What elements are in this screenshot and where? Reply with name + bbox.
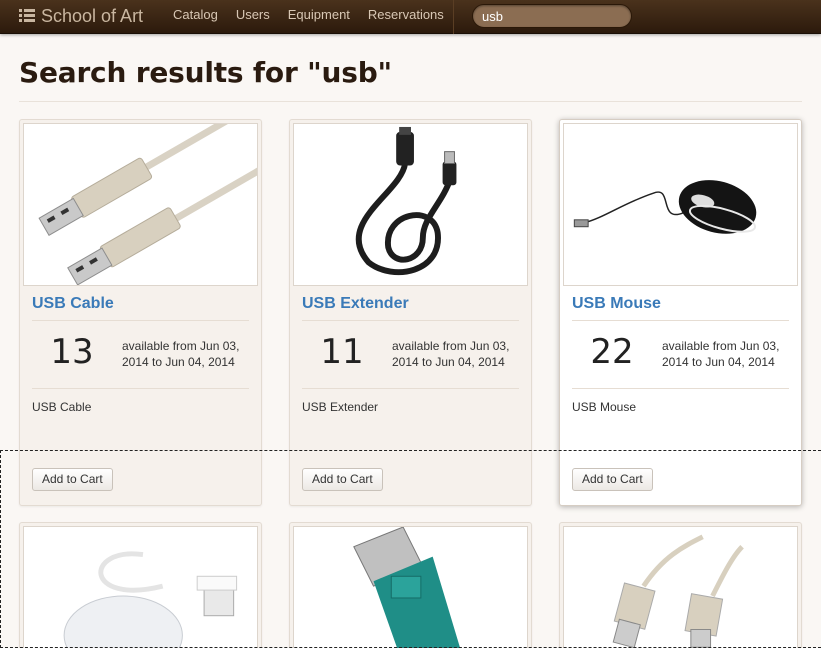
available-count: 13 (50, 332, 94, 372)
result-card-4 (19, 522, 262, 648)
result-title[interactable]: USB Cable (32, 295, 114, 313)
title-divider (19, 101, 802, 102)
result-title[interactable]: USB Extender (302, 295, 409, 313)
result-card-usb-mouse: USB Mouse 22 available from Jun 03, 2014… (559, 119, 802, 506)
top-navbar: School of Art Catalog Users Equipment Re… (0, 0, 821, 34)
result-title[interactable]: USB Mouse (572, 295, 661, 313)
page-title: Search results for "usb" (19, 56, 392, 89)
result-description: USB Mouse (572, 400, 637, 414)
usb-cable-image[interactable] (23, 123, 258, 286)
nav-reservations[interactable]: Reservations (359, 0, 453, 34)
nav-links: Catalog Users Equipment Reservations (164, 0, 453, 34)
availability-text: available from Jun 03, 2014 to Jun 04, 2… (392, 339, 510, 369)
usb-mouse-image[interactable] (563, 123, 798, 286)
imic-usb-adapter-image[interactable] (23, 526, 258, 648)
usb-a-to-b-cable-image[interactable] (563, 526, 798, 648)
add-to-cart-button[interactable]: Add to Cart (572, 468, 653, 491)
nav-users[interactable]: Users (227, 0, 279, 34)
list-icon (19, 9, 35, 23)
result-card-5 (289, 522, 532, 648)
green-usb-connector-image[interactable] (293, 526, 528, 648)
result-description: USB Cable (32, 400, 92, 414)
result-card-usb-extender: USB Extender 11 available from Jun 03, 2… (289, 119, 532, 506)
availability-text: available from Jun 03, 2014 to Jun 04, 2… (122, 339, 240, 369)
nav-catalog[interactable]: Catalog (164, 0, 227, 34)
add-to-cart-button[interactable]: Add to Cart (32, 468, 113, 491)
nav-divider (453, 0, 454, 34)
search-input[interactable] (472, 4, 632, 28)
available-count: 22 (590, 332, 634, 372)
brand-name: School of Art (41, 5, 144, 26)
availability-text: available from Jun 03, 2014 to Jun 04, 2… (662, 339, 780, 369)
brand-link[interactable]: School of Art (19, 6, 143, 26)
available-count: 11 (320, 332, 364, 372)
result-card-6 (559, 522, 802, 648)
result-description: USB Extender (302, 400, 379, 414)
nav-equipment[interactable]: Equipment (279, 0, 359, 34)
add-to-cart-button[interactable]: Add to Cart (302, 468, 383, 491)
usb-extender-image[interactable] (293, 123, 528, 286)
result-card-usb-cable: USB Cable 13 available from Jun 03, 2014… (19, 119, 262, 506)
